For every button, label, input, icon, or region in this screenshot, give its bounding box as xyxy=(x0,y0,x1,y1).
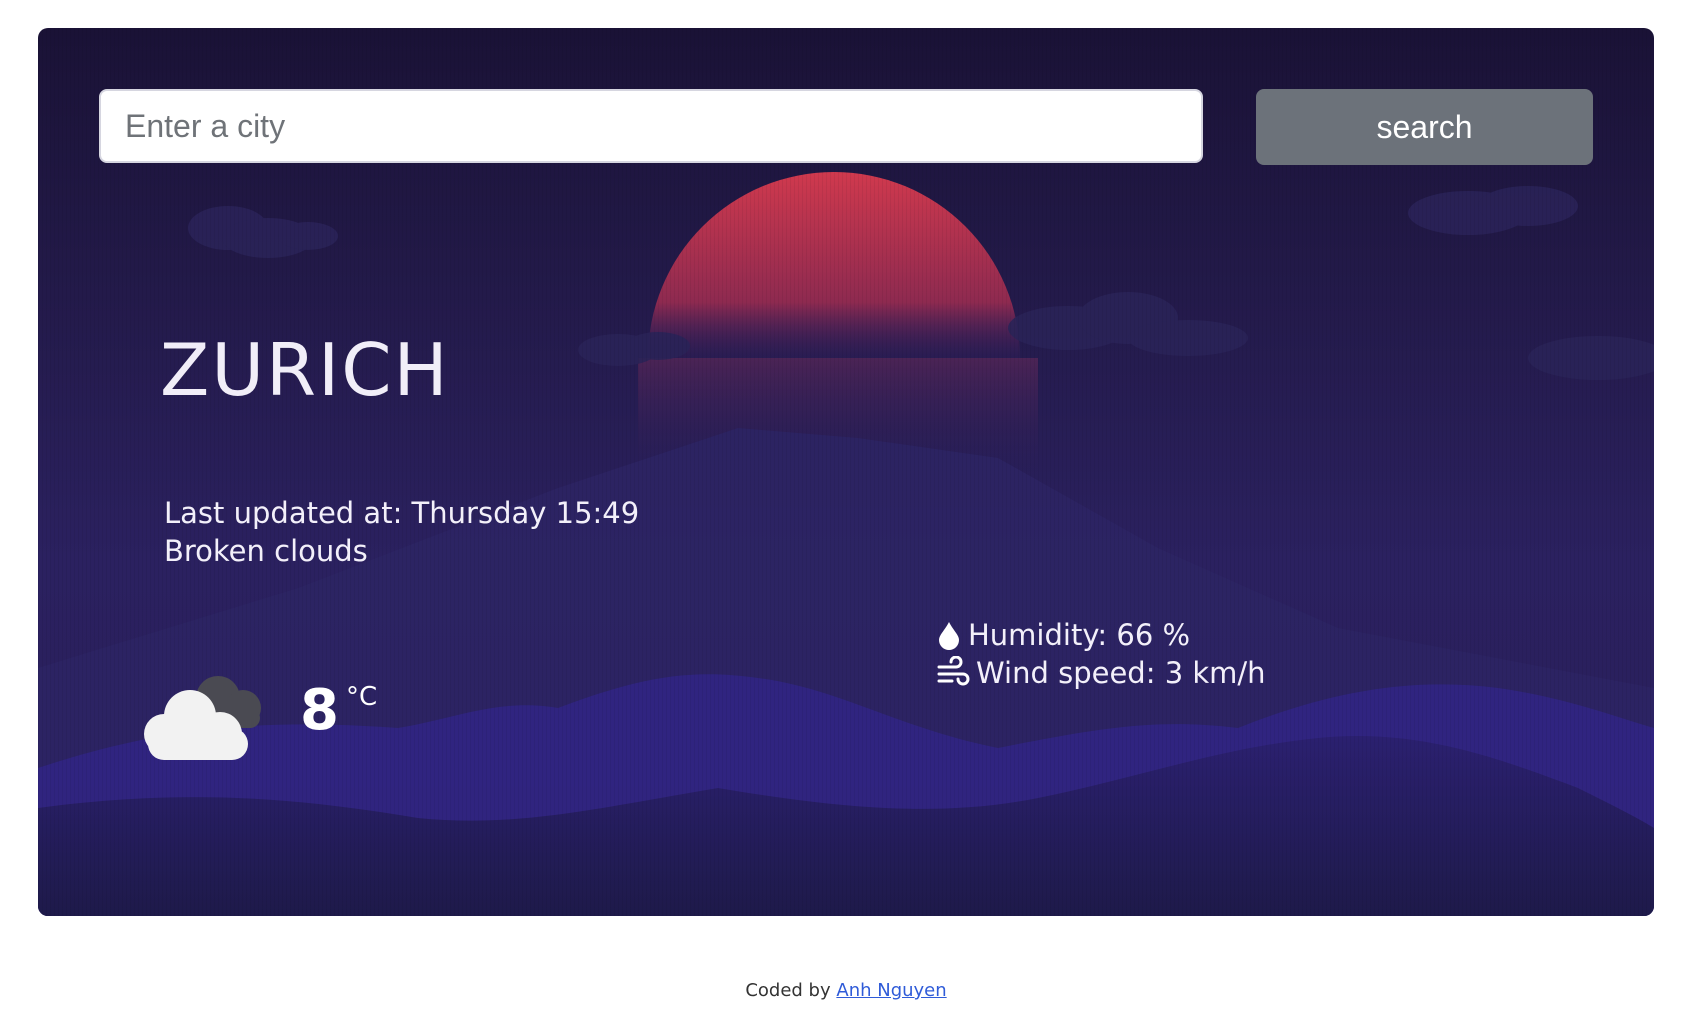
temperature-value: 8 xyxy=(300,678,339,743)
author-link[interactable]: Anh Nguyen xyxy=(836,980,946,1001)
wind-row: Wind speed: 3 km/h xyxy=(936,654,1266,692)
footer: Coded by Anh Nguyen xyxy=(0,980,1692,1001)
broken-clouds-icon xyxy=(144,676,261,760)
weather-details: Humidity: 66 % Wind speed: 3 km/h xyxy=(936,616,1266,692)
temperature-unit: °C xyxy=(346,682,378,712)
weather-card: search ZURICH Last updated at: Thursday … xyxy=(38,28,1654,916)
weather-info: Last updated at: Thursday 15:49 Broken c… xyxy=(164,494,639,570)
humidity-row: Humidity: 66 % xyxy=(936,616,1266,654)
search-button[interactable]: search xyxy=(1256,89,1593,165)
footer-prefix: Coded by xyxy=(745,980,831,1001)
wind-icon xyxy=(937,656,970,686)
city-search-input[interactable] xyxy=(99,89,1203,163)
last-updated: Last updated at: Thursday 15:49 xyxy=(164,496,640,530)
humidity-label: Humidity: 66 % xyxy=(968,618,1191,652)
city-name: ZURICH xyxy=(160,328,450,412)
water-drop-icon xyxy=(939,622,959,650)
wind-speed-label: Wind speed: 3 km/h xyxy=(976,656,1266,690)
weather-description: Broken clouds xyxy=(164,534,368,568)
